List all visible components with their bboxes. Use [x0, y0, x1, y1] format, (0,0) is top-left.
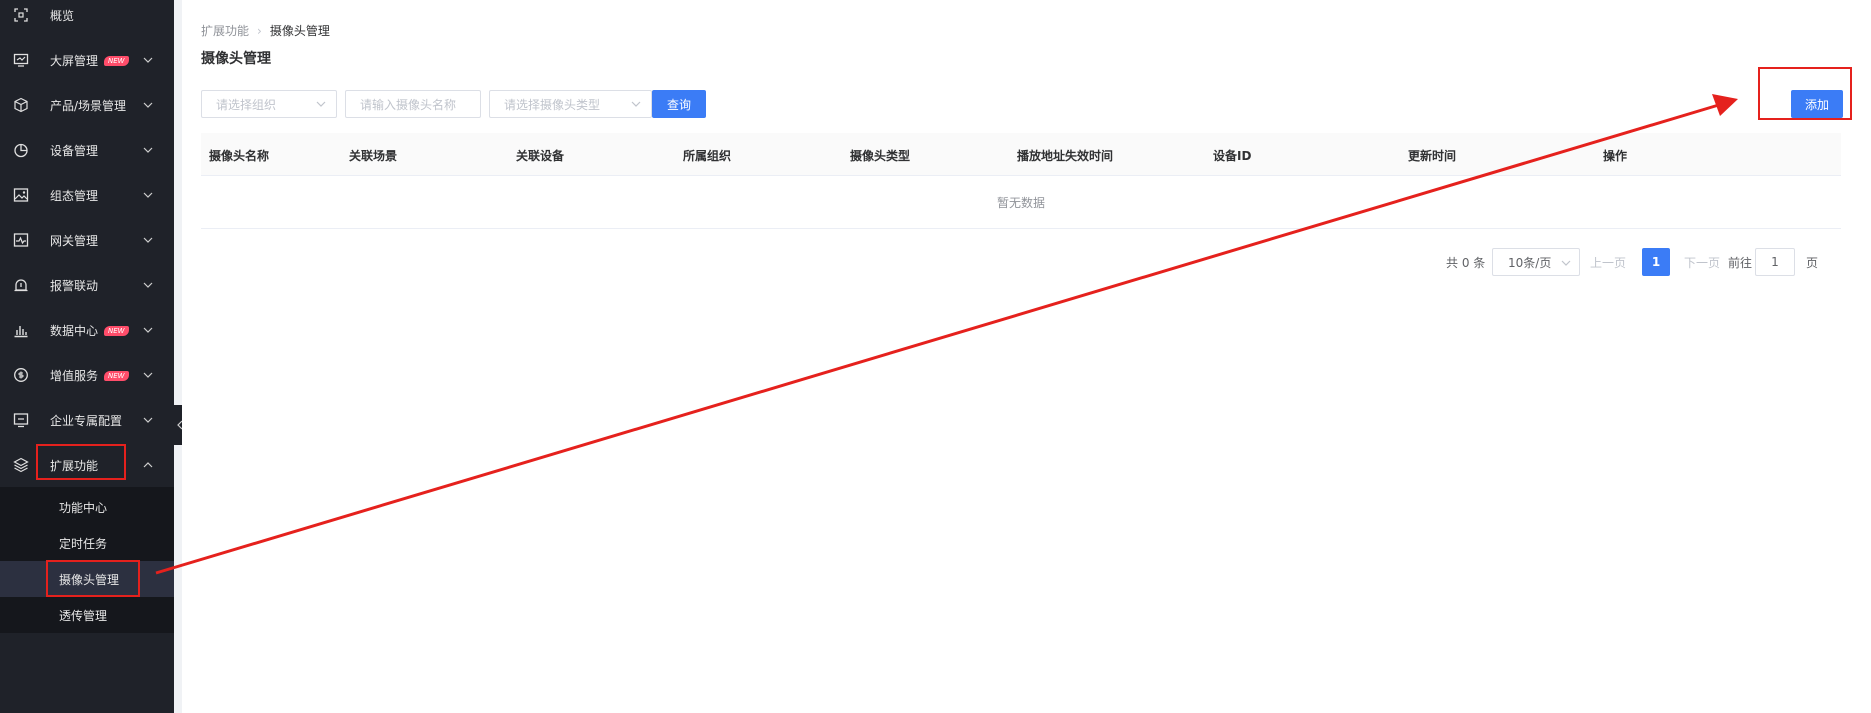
annotation-arrow: [155, 94, 1738, 575]
